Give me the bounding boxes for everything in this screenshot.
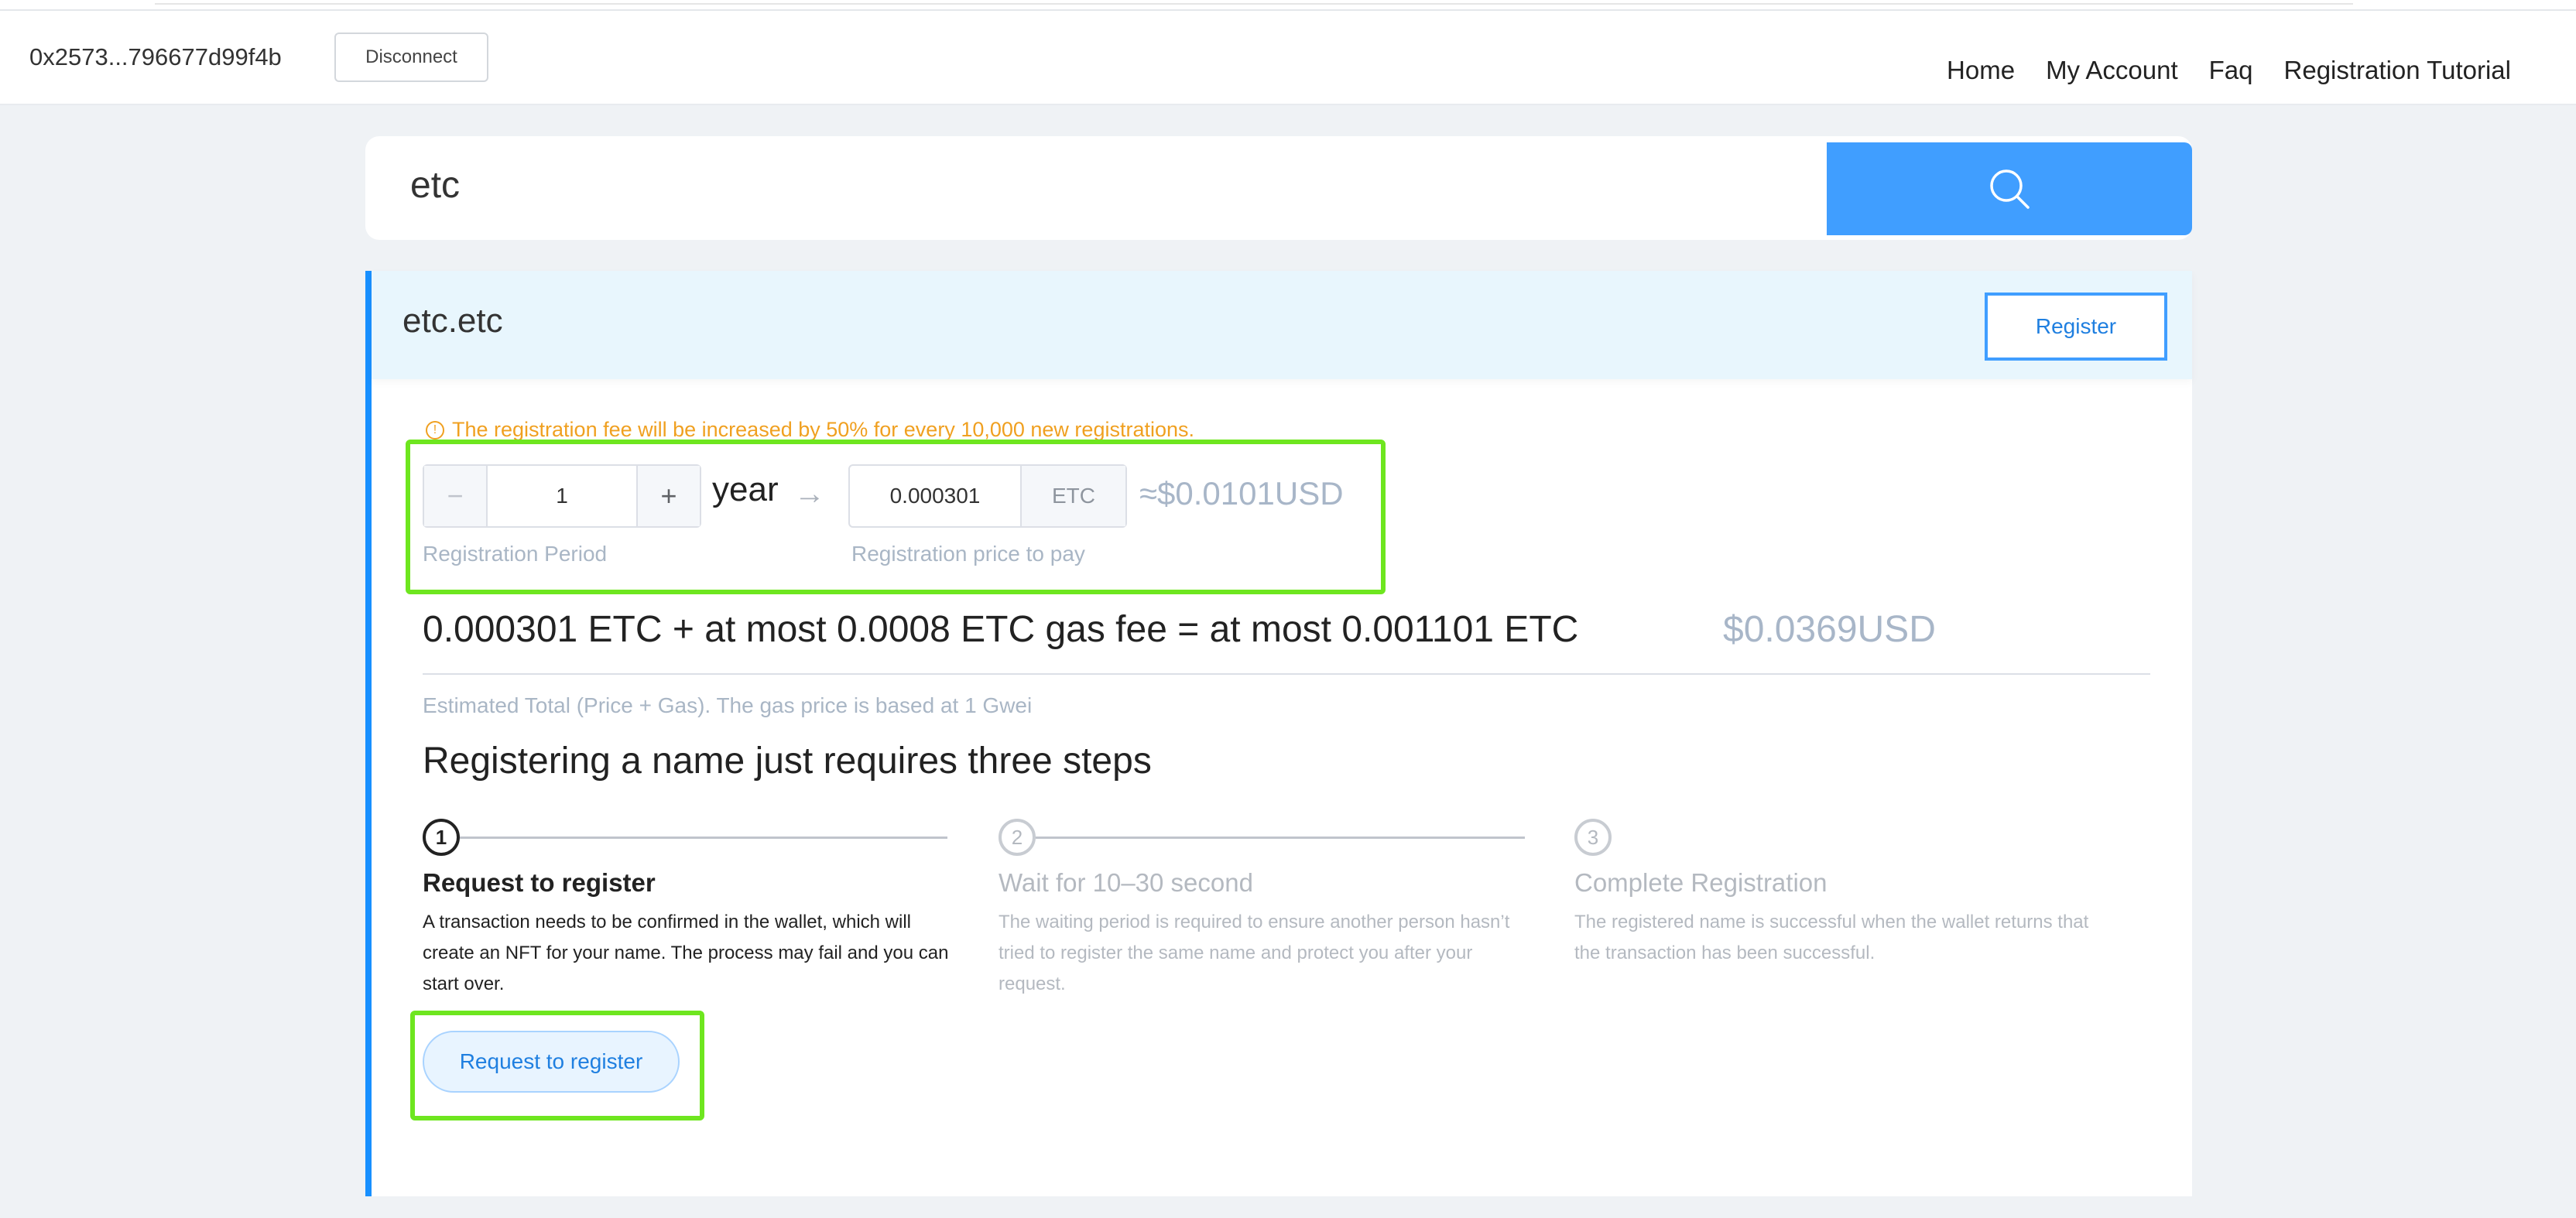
step-1-title: Request to register <box>423 868 656 897</box>
step-3-indicator: 3 <box>1574 819 1612 856</box>
wallet-address: 0x2573...796677d99f4b <box>29 43 282 70</box>
search-icon <box>1990 169 2030 209</box>
top-strip-bar <box>155 0 2353 5</box>
price-usd: ≈$0.0101USD <box>1139 475 1344 511</box>
price-unit: ETC <box>1022 466 1125 526</box>
divider <box>423 673 2150 675</box>
main-nav: Home My Account Faq Registration Tutoria… <box>1947 56 2511 85</box>
increment-button[interactable]: + <box>636 466 700 526</box>
fee-warning-text: The registration fee will be increased b… <box>452 418 1195 441</box>
register-button[interactable]: Register <box>1985 293 2167 361</box>
arrow-right-icon: → <box>794 477 825 511</box>
domain-result-header: etc.etc Register <box>372 271 2192 379</box>
registration-period-label: Registration Period <box>423 542 608 566</box>
estimated-total-usd: $0.0369USD <box>1723 609 1936 650</box>
top-header: 0x2573...796677d99f4b Disconnect Home My… <box>0 11 2576 105</box>
step-connector-2 <box>1036 837 1525 839</box>
period-value[interactable]: 1 <box>488 466 636 526</box>
request-to-register-button[interactable]: Request to register <box>423 1031 680 1093</box>
price-field: 0.000301 ETC <box>848 464 1127 528</box>
period-stepper: − 1 + <box>423 464 701 528</box>
steps-title: Registering a name just requires three s… <box>423 741 1152 782</box>
step-3-title: Complete Registration <box>1574 868 1828 897</box>
step-1-description: A transaction needs to be confirmed in t… <box>423 912 949 994</box>
step-2-indicator: 2 <box>999 819 1036 856</box>
info-circle-icon: ! <box>426 420 444 440</box>
nav-registration-tutorial[interactable]: Registration Tutorial <box>2284 56 2511 85</box>
period-unit: year <box>712 470 779 508</box>
estimated-total: 0.000301 ETC + at most 0.0008 ETC gas fe… <box>423 609 1579 650</box>
step-2-description: The waiting period is required to ensure… <box>999 912 1510 994</box>
disconnect-button[interactable]: Disconnect <box>334 33 488 82</box>
step-1-indicator: 1 <box>423 819 460 856</box>
nav-my-account[interactable]: My Account <box>2046 56 2178 85</box>
decrement-button[interactable]: − <box>424 466 488 526</box>
price-value: 0.000301 <box>850 466 1022 526</box>
step-connector-1 <box>460 837 947 839</box>
domain-result-card: etc.etc Register ! The registration fee … <box>365 271 2192 1196</box>
step-3-description: The registered name is successful when t… <box>1574 912 2089 963</box>
search-bar <box>365 136 2192 240</box>
estimated-total-note: Estimated Total (Price + Gas). The gas p… <box>423 693 1033 717</box>
search-input[interactable] <box>410 164 1804 207</box>
fee-warning: ! The registration fee will be increased… <box>426 418 1194 442</box>
registration-price-label: Registration price to pay <box>851 542 1085 566</box>
domain-name: etc.etc <box>402 302 503 340</box>
search-button[interactable] <box>1827 142 2192 235</box>
nav-home[interactable]: Home <box>1947 56 2015 85</box>
browser-top-strip <box>0 0 2576 11</box>
nav-faq[interactable]: Faq <box>2209 56 2253 85</box>
step-2-title: Wait for 10–30 second <box>999 868 1253 897</box>
